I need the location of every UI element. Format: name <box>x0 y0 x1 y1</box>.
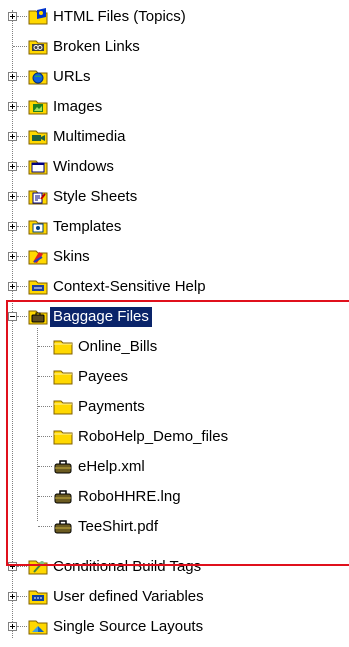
tree-item-user-defined-variables[interactable]: User defined Variables <box>0 586 349 616</box>
tree-item-label[interactable]: RoboHHRE.lng <box>75 487 184 507</box>
tree-item-multimedia[interactable]: Multimedia <box>0 126 349 156</box>
expand-button[interactable] <box>8 162 17 171</box>
baggage-file-icon <box>53 457 73 475</box>
context-sensitive-help-icon <box>28 277 48 295</box>
tree-item-images[interactable]: Images <box>0 96 349 126</box>
tree-item-label[interactable]: Images <box>50 97 105 117</box>
tree-item-label[interactable]: URLs <box>50 67 94 87</box>
folder-icon <box>53 427 73 445</box>
tree-item-windows[interactable]: Windows <box>0 156 349 186</box>
tree-item-broken-links[interactable]: Broken Links <box>0 36 349 66</box>
html-files-folder-icon <box>28 7 48 25</box>
conditional-build-tags-icon <box>28 557 48 575</box>
expand-button[interactable] <box>8 252 17 261</box>
tree-item-ehelp-xml[interactable]: eHelp.xml <box>0 456 349 486</box>
tree-item-baggage-files[interactable]: Baggage Files <box>0 306 349 336</box>
expand-button[interactable] <box>8 592 17 601</box>
tree-item-templates[interactable]: Templates <box>0 216 349 246</box>
tree-item-label[interactable]: Broken Links <box>50 37 143 57</box>
variables-icon <box>28 587 48 605</box>
folder-icon <box>53 367 73 385</box>
tree-item-label[interactable]: Payments <box>75 397 148 417</box>
expand-button[interactable] <box>8 132 17 141</box>
tree-item-style-sheets[interactable]: Style Sheets <box>0 186 349 216</box>
tree-item-label[interactable]: User defined Variables <box>50 587 207 607</box>
expand-button[interactable] <box>8 282 17 291</box>
tree-item-context-sensitive-help[interactable]: Context-Sensitive Help <box>0 276 349 306</box>
collapse-button[interactable] <box>8 312 17 321</box>
tree-item-label[interactable]: Single Source Layouts <box>50 617 206 637</box>
images-folder-icon <box>28 97 48 115</box>
tree-item-single-source-layouts[interactable]: Single Source Layouts <box>0 616 349 646</box>
tree-item-label[interactable]: Skins <box>50 247 93 267</box>
tree-item-label[interactable]: Context-Sensitive Help <box>50 277 209 297</box>
templates-icon <box>28 217 48 235</box>
tree-item-label[interactable]: Conditional Build Tags <box>50 557 204 577</box>
folder-icon <box>53 337 73 355</box>
tree-item-label[interactable]: RoboHelp_Demo_files <box>75 427 231 447</box>
project-manager-tree[interactable]: HTML Files (Topics) Broken Links URLs Im… <box>0 0 349 647</box>
tree-item-robohhre-lng[interactable]: RoboHHRE.lng <box>0 486 349 516</box>
baggage-file-icon <box>53 487 73 505</box>
expand-button[interactable] <box>8 222 17 231</box>
style-sheets-icon <box>28 187 48 205</box>
baggage-file-icon <box>53 517 73 535</box>
urls-globe-icon <box>28 67 48 85</box>
tree-item-label[interactable]: Multimedia <box>50 127 129 147</box>
single-source-layouts-icon <box>28 617 48 635</box>
expand-button[interactable] <box>8 562 17 571</box>
expand-button[interactable] <box>8 102 17 111</box>
tree-item-label[interactable]: Online_Bills <box>75 337 160 357</box>
tree-item-label[interactable]: TeeShirt.pdf <box>75 517 161 537</box>
skins-icon <box>28 247 48 265</box>
expand-button[interactable] <box>8 192 17 201</box>
tree-item-label[interactable]: eHelp.xml <box>75 457 148 477</box>
tree-item-urls[interactable]: URLs <box>0 66 349 96</box>
tree-item-robohelp-demo-files[interactable]: RoboHelp_Demo_files <box>0 426 349 456</box>
multimedia-folder-icon <box>28 127 48 145</box>
expand-button[interactable] <box>8 622 17 631</box>
expand-button[interactable] <box>8 72 17 81</box>
tree-item-label[interactable]: Payees <box>75 367 131 387</box>
tree-item-label[interactable]: Baggage Files <box>50 307 152 327</box>
tree-item-payments[interactable]: Payments <box>0 396 349 426</box>
tree-item-online-bills[interactable]: Online_Bills <box>0 336 349 366</box>
baggage-files-folder-icon <box>28 307 48 325</box>
tree-item-label[interactable]: HTML Files (Topics) <box>50 7 189 27</box>
expand-button[interactable] <box>8 12 17 21</box>
tree-item-label[interactable]: Style Sheets <box>50 187 140 207</box>
tree-item-label[interactable]: Templates <box>50 217 124 237</box>
tree-item-teeshirt-pdf[interactable]: TeeShirt.pdf <box>0 516 349 546</box>
tree-item-label[interactable]: Windows <box>50 157 117 177</box>
tree-item-skins[interactable]: Skins <box>0 246 349 276</box>
tree-item-payees[interactable]: Payees <box>0 366 349 396</box>
folder-icon <box>53 397 73 415</box>
tree-item-html-files[interactable]: HTML Files (Topics) <box>0 6 349 36</box>
windows-icon <box>28 157 48 175</box>
tree-item-conditional-build-tags[interactable]: Conditional Build Tags <box>0 556 349 586</box>
broken-links-icon <box>28 37 48 55</box>
